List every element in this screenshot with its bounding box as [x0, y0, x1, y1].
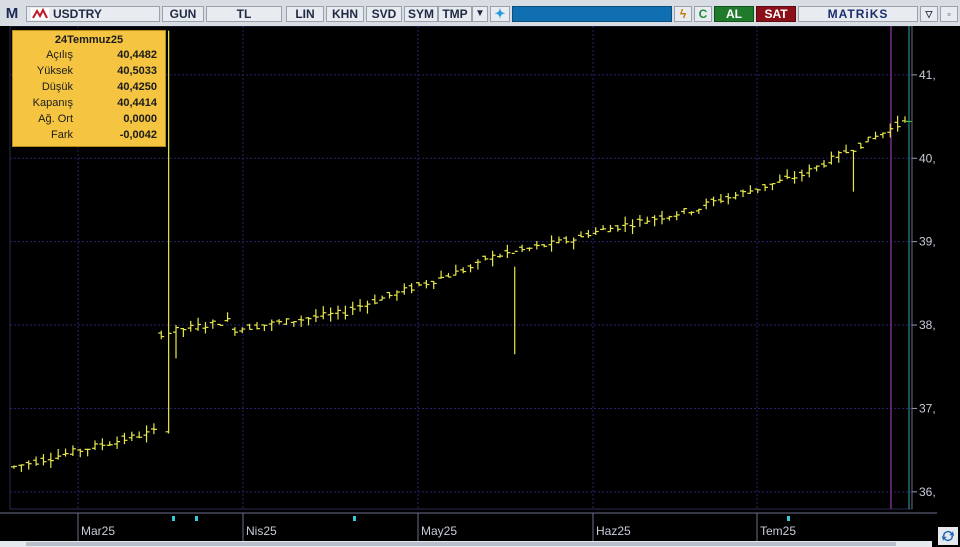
- legend-value: 40,5033: [117, 65, 157, 77]
- svd-button[interactable]: SVD: [366, 6, 402, 22]
- legend-row-low: Düşük 40,4250: [13, 80, 165, 96]
- month-label: Mar25: [81, 524, 115, 538]
- symbol-flag-icon: [31, 8, 49, 20]
- legend-value: 40,4414: [117, 97, 157, 109]
- brand-logo: MATRiKS: [798, 6, 918, 22]
- legend-row-open: Açılış 40,4482: [13, 48, 165, 64]
- sell-button[interactable]: SAT: [756, 6, 796, 22]
- khn-button[interactable]: KHN: [326, 6, 364, 22]
- month-label: May25: [421, 524, 457, 538]
- event-marker: [172, 516, 175, 521]
- legend-label: Ağ. Ort: [38, 113, 73, 125]
- lin-button[interactable]: LIN: [286, 6, 324, 22]
- legend-value: 0,0000: [123, 113, 157, 125]
- month-label: Tem25: [760, 524, 796, 538]
- title-bar-field: [512, 6, 672, 22]
- legend-label: Düşük: [41, 81, 73, 93]
- legend-row-avg: Ağ. Ort 0,0000: [13, 112, 165, 128]
- toolbar: M USDTRY GUN TL LIN KHN SVD SYM TMP ▼ ✦ …: [0, 0, 960, 27]
- price-tick-label: 37,: [919, 401, 936, 415]
- legend-value: 40,4482: [117, 49, 157, 61]
- refresh-icon[interactable]: C: [694, 6, 712, 22]
- legend-row-high: Yüksek 40,5033: [13, 64, 165, 80]
- legend-label: Yüksek: [36, 65, 73, 77]
- legend-value: -0,0042: [119, 129, 157, 141]
- legend-value: 40,4250: [117, 81, 157, 93]
- period-button[interactable]: GUN: [162, 6, 204, 22]
- lightning-icon[interactable]: ϟ: [674, 6, 692, 22]
- scrollbar-thumb: [26, 542, 896, 546]
- legend-label: Fark: [51, 129, 73, 141]
- price-tick-label: 36,: [919, 485, 936, 499]
- price-tick-label: 39,: [919, 235, 936, 249]
- menu-button[interactable]: M: [4, 6, 20, 22]
- event-marker: [195, 516, 198, 521]
- legend-date: 24Temmuz25: [54, 34, 124, 46]
- sym-button[interactable]: SYM: [404, 6, 438, 22]
- menu-arrow-icon[interactable]: ▽: [920, 6, 938, 22]
- twitter-bird-icon[interactable]: ✦: [490, 6, 510, 22]
- sync-icon[interactable]: [938, 527, 958, 545]
- minimize-icon[interactable]: ▫: [940, 6, 958, 22]
- dropdown-arrow-icon[interactable]: ▼: [472, 6, 488, 22]
- event-marker: [787, 516, 790, 521]
- event-marker: [353, 516, 356, 521]
- legend-label: Kapanış: [32, 97, 73, 109]
- legend-row-close: Kapanış 40,4414: [13, 96, 165, 112]
- price-tick-label: 41,: [919, 68, 936, 82]
- tmp-button[interactable]: TMP: [438, 6, 472, 22]
- legend-row-diff: Fark -0,0042: [13, 128, 165, 144]
- symbol-label: USDTRY: [53, 7, 102, 21]
- symbol-field[interactable]: USDTRY: [26, 6, 160, 22]
- price-tick-label: 38,: [919, 318, 936, 332]
- currency-button[interactable]: TL: [206, 6, 282, 22]
- buy-button[interactable]: AL: [714, 6, 754, 22]
- month-label: Nis25: [246, 524, 277, 538]
- price-tick-label: 40,: [919, 151, 936, 165]
- legend-label: Açılış: [46, 49, 73, 61]
- ohlc-legend: 24Temmuz25 Açılış 40,4482 Yüksek 40,5033 D…: [12, 30, 166, 147]
- month-label: Haz25: [596, 524, 631, 538]
